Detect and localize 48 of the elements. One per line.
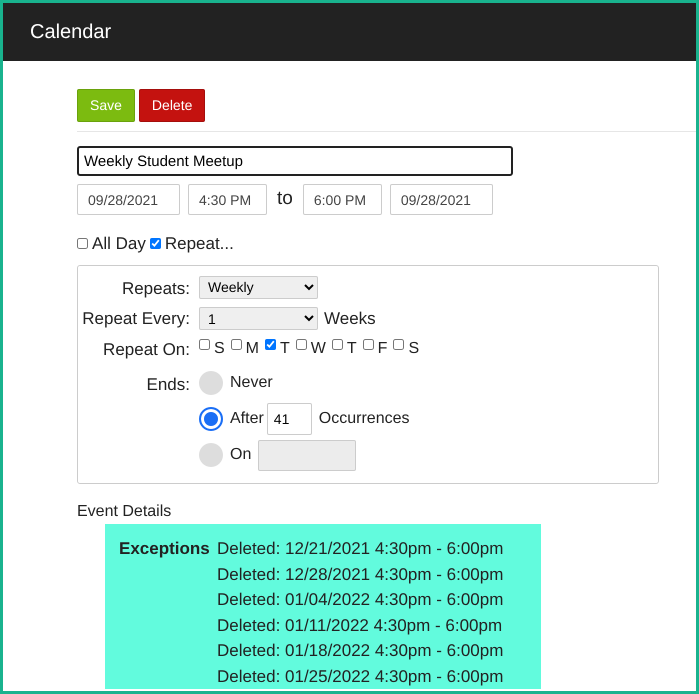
day-label: S <box>408 338 420 358</box>
field-label: Repeat Every: <box>81 308 191 330</box>
day-checkbox[interactable] <box>199 338 210 350</box>
event-title-field[interactable]: Weekly Student Meetup <box>77 146 513 176</box>
field-label: Repeat On: <box>102 338 191 360</box>
unit-label: Weeks <box>324 308 376 330</box>
day-label: S <box>214 338 225 358</box>
exception-entry: Deleted: 01/11/2022 4:30pm - 6:00pm <box>217 614 504 636</box>
day-label: M <box>246 338 259 358</box>
exception-entry: Deleted: 01/25/2022 4:30pm - 6:00pm <box>217 666 504 688</box>
day-checkbox[interactable] <box>230 338 242 350</box>
option-label: On <box>230 445 252 465</box>
day-checkbox[interactable] <box>265 338 276 350</box>
checkbox[interactable] <box>150 238 161 250</box>
day-label: W <box>310 338 326 358</box>
radio-button[interactable] <box>199 407 223 431</box>
end-time-field[interactable]: 6:00 PM <box>302 184 382 215</box>
start-time-field[interactable]: 4:30 PM <box>188 184 267 215</box>
checkbox-label: Repeat... <box>164 233 234 255</box>
occurrences-field[interactable]: 41 <box>266 403 312 435</box>
end-date-field[interactable]: 09/28/2021 <box>390 184 493 215</box>
to-label: to <box>277 187 293 212</box>
occurrences-label: Occurrences <box>318 409 410 429</box>
checkbox[interactable] <box>77 238 88 250</box>
exception-entry: Deleted: 01/04/2022 4:30pm - 6:00pm <box>217 589 504 611</box>
checkbox-label: All Day <box>92 233 146 255</box>
day-checkbox[interactable] <box>362 338 374 350</box>
field-label: Ends: <box>146 374 191 396</box>
day-label: F <box>378 338 388 358</box>
day-checkbox[interactable] <box>393 338 404 350</box>
repeats-dropdown[interactable]: Weekly <box>199 276 318 298</box>
day-checkbox[interactable] <box>332 338 343 350</box>
delete-button[interactable]: Delete <box>138 89 206 122</box>
option-label: Never <box>230 373 273 393</box>
radio-button[interactable] <box>199 371 223 395</box>
day-label: T <box>346 338 357 358</box>
option-label: After <box>230 409 264 429</box>
day-checkbox[interactable] <box>296 338 307 350</box>
window-title: Calendar <box>30 20 112 45</box>
start-date-field[interactable]: 09/28/2021 <box>77 184 180 215</box>
repeat-every-dropdown[interactable]: 1 <box>199 307 318 330</box>
exception-entry: Deleted: 01/18/2022 4:30pm - 6:00pm <box>217 640 504 662</box>
field-label: Repeats: <box>120 278 191 300</box>
exception-entry: Deleted: 12/21/2021 4:30pm - 6:00pm <box>217 538 504 560</box>
exceptions-label: Exceptions <box>119 538 211 560</box>
section-heading: Event Details <box>77 502 172 522</box>
exception-entry: Deleted: 12/28/2021 4:30pm - 6:00pm <box>217 564 504 586</box>
day-label: T <box>280 338 290 358</box>
